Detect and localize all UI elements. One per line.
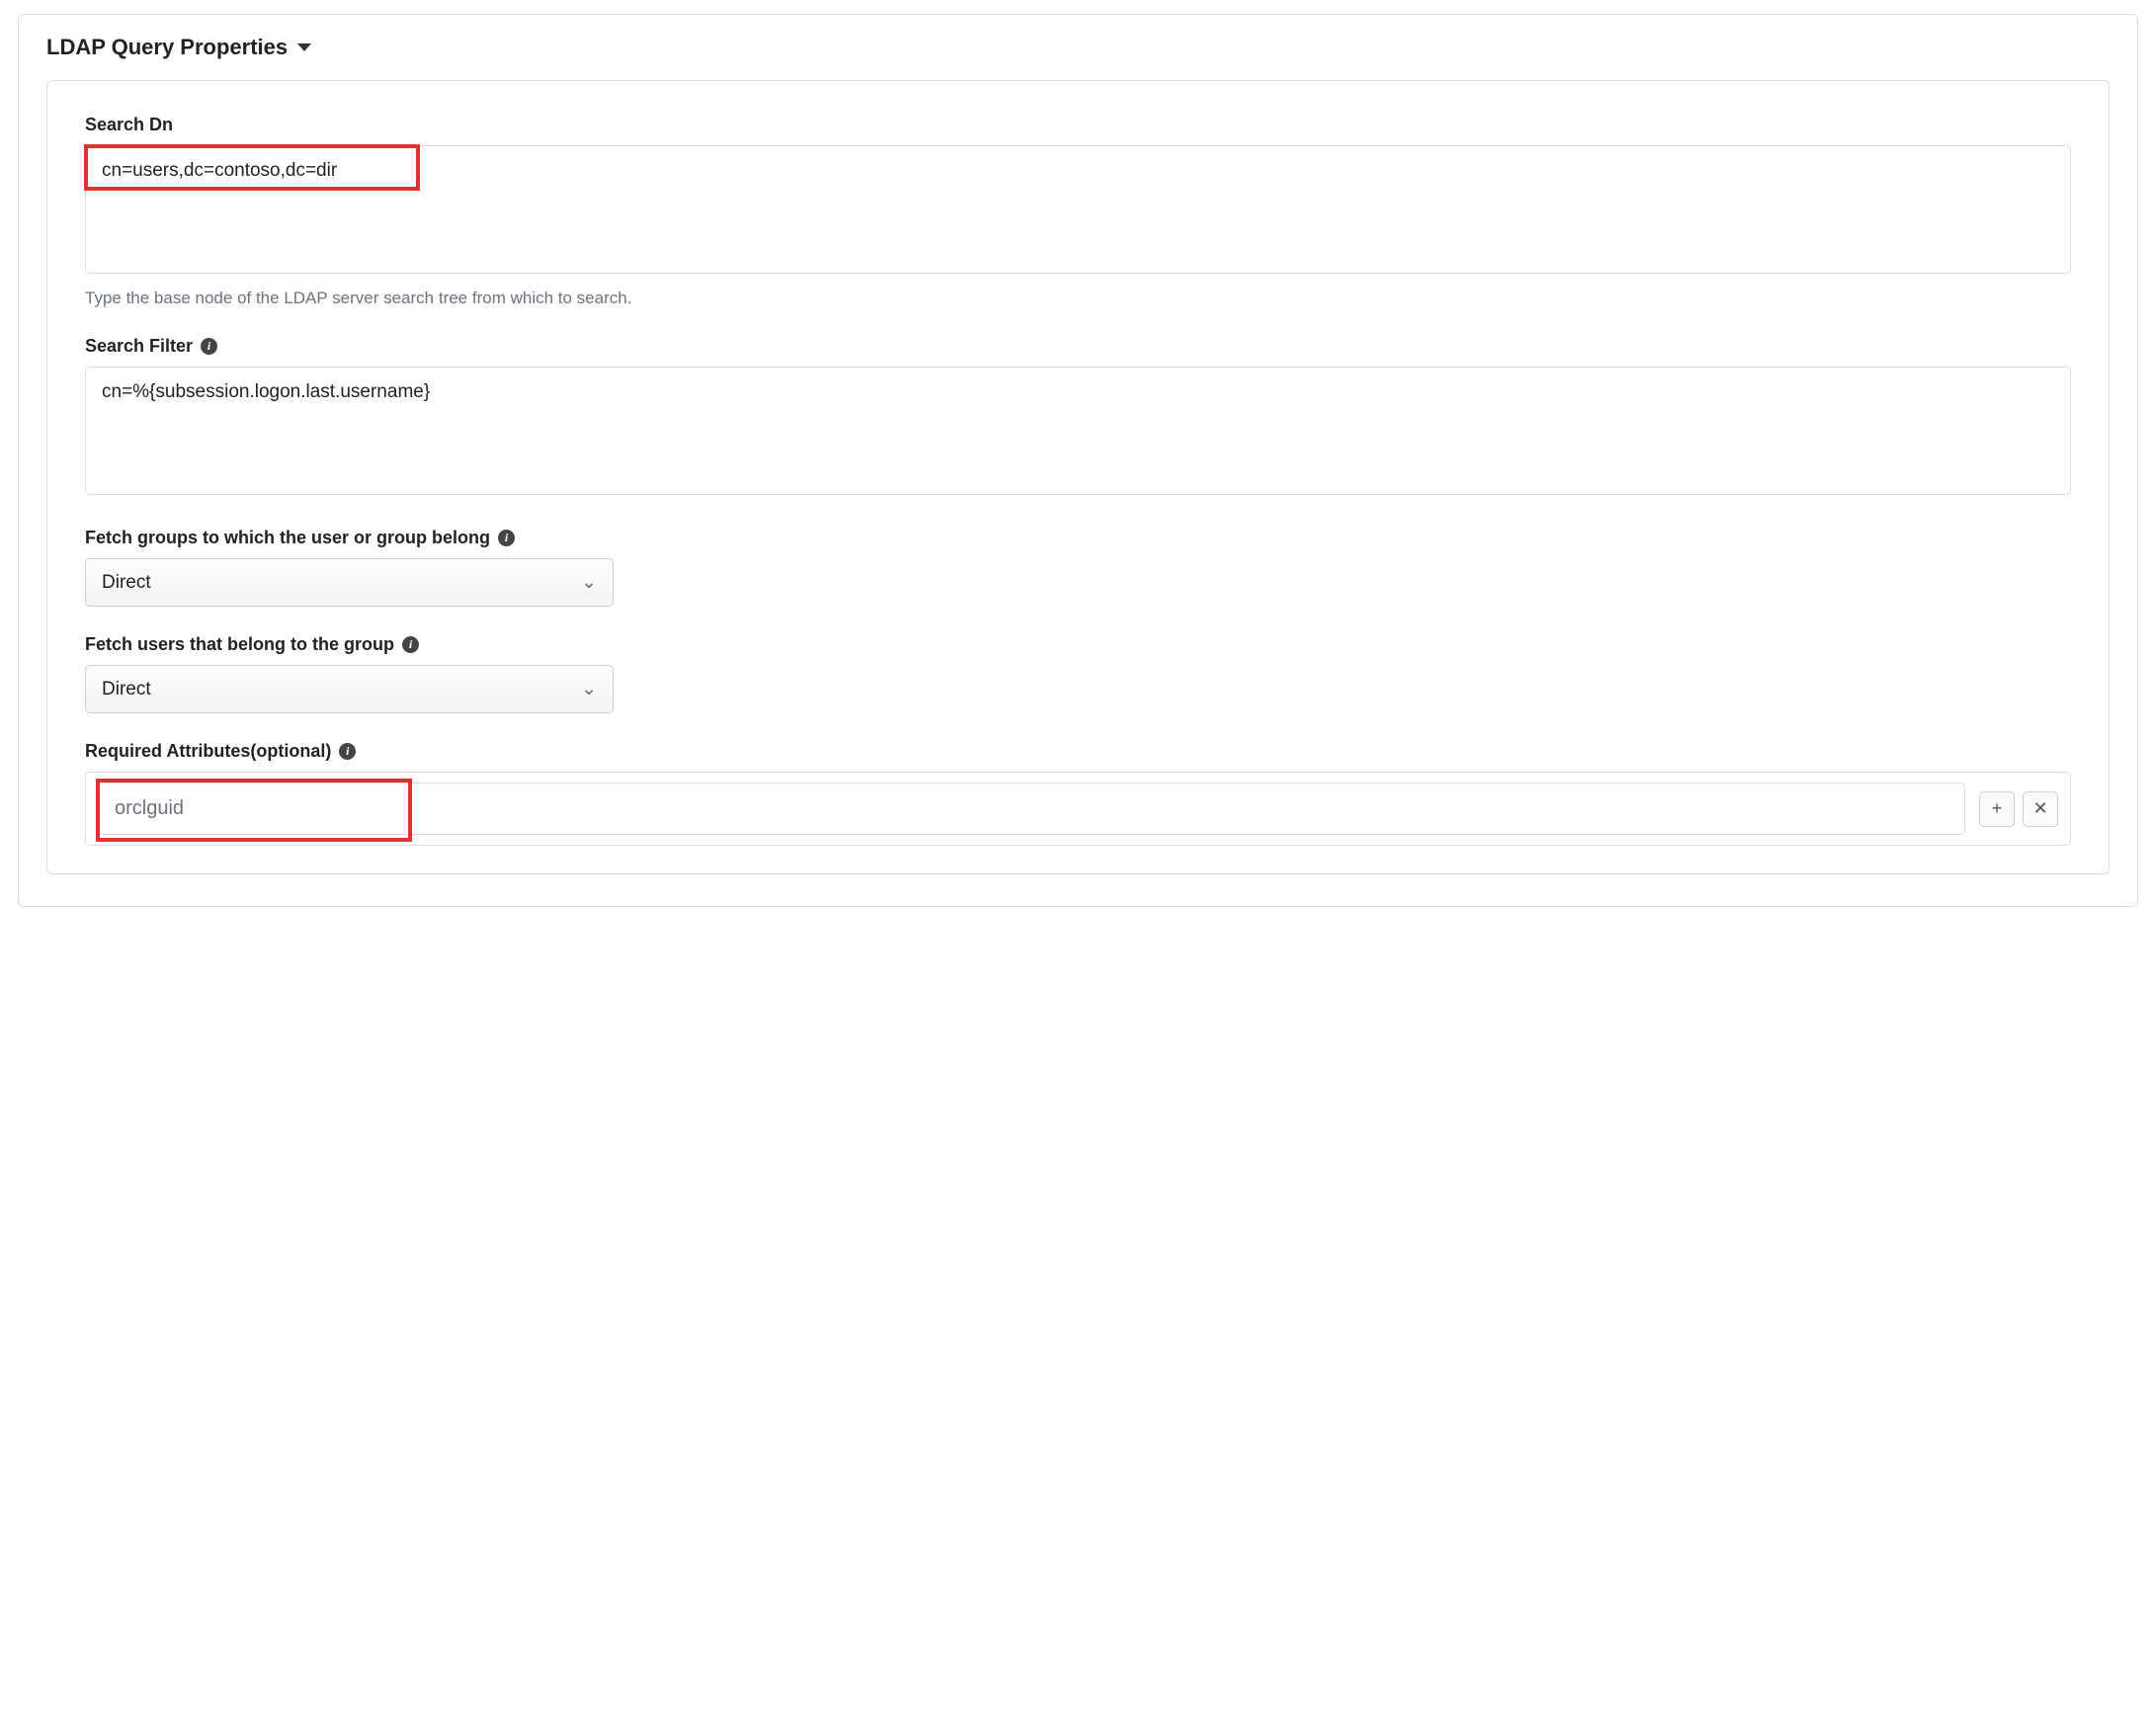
field-label-row: Fetch groups to which the user or group … bbox=[85, 528, 2071, 548]
chevron-down-icon: ⌄ bbox=[581, 678, 597, 701]
fetch-groups-label: Fetch groups to which the user or group … bbox=[85, 528, 490, 548]
required-attrs-row: + ✕ bbox=[85, 772, 2071, 846]
add-button[interactable]: + bbox=[1979, 791, 2015, 827]
field-label-row: Fetch users that belong to the group i bbox=[85, 634, 2071, 655]
fetch-users-label: Fetch users that belong to the group bbox=[85, 634, 394, 655]
section-header[interactable]: LDAP Query Properties bbox=[46, 35, 2110, 60]
required-attrs-input[interactable] bbox=[98, 783, 1965, 835]
chevron-down-icon bbox=[297, 43, 311, 51]
search-dn-help: Type the base node of the LDAP server se… bbox=[85, 288, 2071, 308]
info-icon[interactable]: i bbox=[339, 743, 356, 760]
fetch-groups-select[interactable]: Direct ⌄ bbox=[85, 558, 614, 607]
info-icon[interactable]: i bbox=[498, 530, 515, 546]
close-icon: ✕ bbox=[2032, 798, 2047, 819]
search-filter-group: Search Filter i bbox=[85, 336, 2071, 500]
fetch-users-select[interactable]: Direct ⌄ bbox=[85, 665, 614, 713]
field-label-row: Search Filter i bbox=[85, 336, 2071, 357]
select-value: Direct bbox=[102, 679, 151, 701]
select-value: Direct bbox=[102, 572, 151, 594]
info-icon[interactable]: i bbox=[201, 338, 217, 355]
field-label-row: Required Attributes(optional) i bbox=[85, 741, 2071, 762]
remove-button[interactable]: ✕ bbox=[2023, 791, 2058, 827]
search-dn-group: Search Dn Type the base node of the LDAP… bbox=[85, 115, 2071, 308]
fetch-users-group: Fetch users that belong to the group i D… bbox=[85, 634, 2071, 713]
section-body: Search Dn Type the base node of the LDAP… bbox=[46, 80, 2110, 874]
search-dn-input[interactable] bbox=[85, 145, 2071, 274]
required-attrs-label: Required Attributes(optional) bbox=[85, 741, 331, 762]
properties-panel: LDAP Query Properties Search Dn Type the… bbox=[18, 14, 2138, 907]
attr-input-wrap bbox=[98, 783, 1965, 835]
chevron-down-icon: ⌄ bbox=[581, 571, 597, 594]
search-dn-input-wrap bbox=[85, 145, 2071, 279]
section-title: LDAP Query Properties bbox=[46, 35, 288, 60]
search-filter-input[interactable] bbox=[85, 367, 2071, 495]
plus-icon: + bbox=[1992, 798, 2003, 819]
search-filter-label: Search Filter bbox=[85, 336, 193, 357]
attr-button-group: + ✕ bbox=[1979, 791, 2058, 827]
info-icon[interactable]: i bbox=[402, 636, 419, 653]
required-attrs-group: Required Attributes(optional) i + ✕ bbox=[85, 741, 2071, 846]
search-dn-label: Search Dn bbox=[85, 115, 2071, 135]
fetch-groups-group: Fetch groups to which the user or group … bbox=[85, 528, 2071, 607]
